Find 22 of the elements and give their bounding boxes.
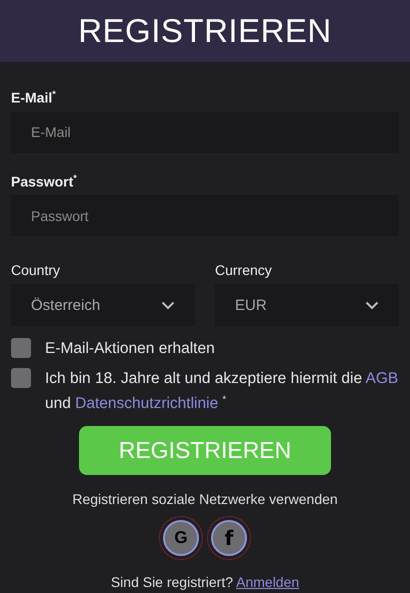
text-link[interactable]: Datenschutzrichtlinie <box>75 395 218 412</box>
field-label: Currency <box>215 262 273 278</box>
chevron-down-icon <box>161 300 175 310</box>
login-link[interactable]: Anmelden <box>236 574 300 590</box>
select-field[interactable]: EUR <box>215 284 399 326</box>
checkbox[interactable] <box>11 368 31 388</box>
page-title: REGISTRIEREN <box>78 12 332 50</box>
login-prompt: Sind Sie registriert? Anmelden <box>110 574 300 590</box>
chevron-down-icon <box>365 300 379 310</box>
google-button[interactable]: G <box>163 520 199 556</box>
facebook-button[interactable]: f <box>211 520 247 556</box>
field-label: Country <box>11 262 62 278</box>
text-link[interactable]: AGB <box>366 370 398 388</box>
input-field[interactable]: Passwort <box>11 195 399 236</box>
checkbox-label: Ich bin 18. Jahre alt und akzeptiere hiermit die AGB und Datenschutzrichtlinie $^{*}$ <box>45 369 399 414</box>
checkbox[interactable] <box>11 338 31 358</box>
social-caption: Registrieren soziale Netzwerke verwenden <box>71 491 339 508</box>
checkbox-label: E-Mail-Aktionen erhalten <box>45 339 215 360</box>
select-field[interactable]: Österreich <box>11 284 195 326</box>
field-label: Passwort$^{*}$ <box>11 172 78 190</box>
input-field[interactable]: E-Mail <box>11 112 399 153</box>
field-label: E-Mail$^{*}$ <box>11 89 57 106</box>
